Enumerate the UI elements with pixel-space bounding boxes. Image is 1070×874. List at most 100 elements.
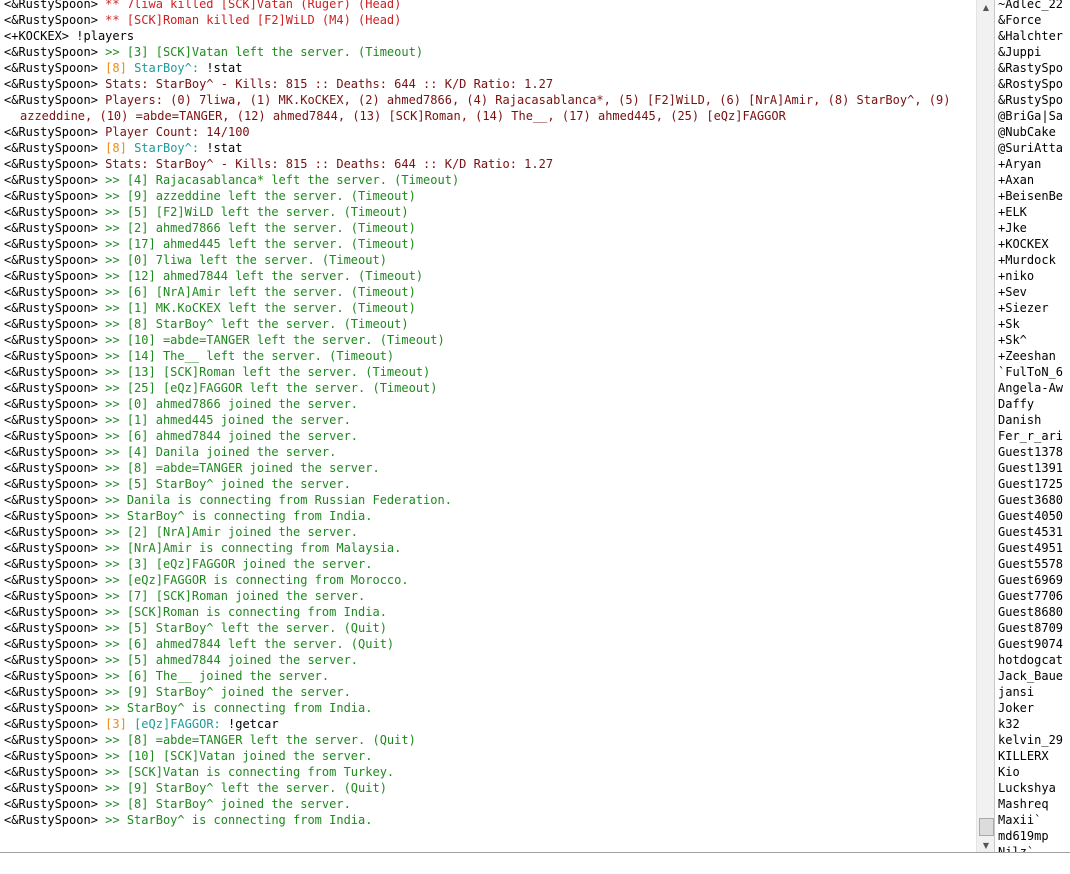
nick-list-item[interactable]: ~Adlec_22: [998, 0, 1063, 12]
nick-list-item[interactable]: +niko: [998, 268, 1063, 284]
nick-list-item[interactable]: Guest4050: [998, 508, 1063, 524]
nick-list-item[interactable]: KILLERX: [998, 748, 1063, 764]
chat-line-nick: <&RustySpoon>: [4, 0, 98, 11]
nick-list-item[interactable]: Fer_r_ari: [998, 428, 1063, 444]
chat-line-nick: <&RustySpoon>: [4, 605, 98, 619]
chat-line: <&RustySpoon> >> [5] StarBoy^ joined the…: [4, 476, 976, 492]
chat-line-nick: <&RustySpoon>: [4, 317, 98, 331]
nick-list-item[interactable]: `FulToN_6: [998, 364, 1063, 380]
chat-line-text: [eQz]FAGGOR:: [126, 717, 221, 731]
chat-line: <&RustySpoon> >> [8] =abde=TANGER left t…: [4, 732, 976, 748]
nick-list-item[interactable]: kelvin_29: [998, 732, 1063, 748]
nick-list-item[interactable]: &Halchter: [998, 28, 1063, 44]
chat-line-text: >> [2] ahmed7866 left the server. (Timeo…: [105, 221, 416, 235]
nick-list-item[interactable]: +Jke: [998, 220, 1063, 236]
nick-list-item[interactable]: Guest4531: [998, 524, 1063, 540]
chat-line: <&RustySpoon> [8] StarBoy^: !stat: [4, 60, 976, 76]
nick-list-item[interactable]: @SuriAtta: [998, 140, 1063, 156]
chat-line: <&RustySpoon> >> [10] =abde=TANGER left …: [4, 332, 976, 348]
chat-line: <&RustySpoon> >> [eQz]FAGGOR is connecti…: [4, 572, 976, 588]
nick-list[interactable]: ~Adlec_22 &Force &Halchter &Juppi &RastySpo &…: [994, 0, 1070, 852]
nick-list-item[interactable]: +Aryan: [998, 156, 1063, 172]
nick-list-item[interactable]: Guest3680: [998, 492, 1063, 508]
nick-list-item[interactable]: Guest1725: [998, 476, 1063, 492]
nick-list-item[interactable]: &Force: [998, 12, 1063, 28]
nick-list-item[interactable]: +Sk^: [998, 332, 1063, 348]
nick-list-item[interactable]: k32: [998, 716, 1063, 732]
chat-line-text: !stat: [199, 141, 243, 155]
chat-line: <&RustySpoon> >> [6] The__ joined the se…: [4, 668, 976, 684]
chat-line: <&RustySpoon> >> [9] StarBoy^ joined the…: [4, 684, 976, 700]
nick-list-item[interactable]: Guest8709: [998, 620, 1063, 636]
chat-line: <&RustySpoon> >> [14] The__ left the ser…: [4, 348, 976, 364]
nick-list-item[interactable]: +BeisenBe: [998, 188, 1063, 204]
chat-line: <&RustySpoon> >> StarBoy^ is connecting …: [4, 508, 976, 524]
chat-line-nick: <&RustySpoon>: [4, 397, 98, 411]
chat-line: <&RustySpoon> ** [SCK]Roman killed [F2]W…: [4, 12, 976, 28]
nick-list-item[interactable]: Danish: [998, 412, 1063, 428]
chat-line-text: >> [6] [NrA]Amir left the server. (Timeo…: [105, 285, 416, 299]
nick-list-item[interactable]: Guest6969: [998, 572, 1063, 588]
scroll-up-icon[interactable]: ▲: [977, 0, 995, 14]
chat-line-nick: <&RustySpoon>: [4, 77, 98, 91]
chat-line: <&RustySpoon> Stats: StarBoy^ - Kills: 8…: [4, 156, 976, 172]
chat-line-nick: <&RustySpoon>: [4, 733, 98, 747]
nick-list-item[interactable]: Mashreq: [998, 796, 1063, 812]
nick-list-item[interactable]: Guest4951: [998, 540, 1063, 556]
scrollbar-thumb[interactable]: [979, 818, 994, 836]
nick-list-item[interactable]: +Sev: [998, 284, 1063, 300]
chat-log[interactable]: <&RustySpoon> ** 7liwa killed [SCK]Vatan…: [0, 0, 976, 852]
scroll-down-icon[interactable]: ▼: [977, 838, 995, 852]
chat-line-nick: <&RustySpoon>: [4, 93, 98, 107]
nick-list-item[interactable]: +Zeeshan: [998, 348, 1063, 364]
chat-line: <&RustySpoon> >> [3] [eQz]FAGGOR joined …: [4, 556, 976, 572]
nick-list-item[interactable]: Guest1378: [998, 444, 1063, 460]
nick-list-item[interactable]: +Siezer: [998, 300, 1063, 316]
nick-list-item[interactable]: &Juppi: [998, 44, 1063, 60]
chat-scrollbar[interactable]: ▲ ▼: [976, 0, 995, 852]
nick-list-item[interactable]: Maxii`: [998, 812, 1063, 828]
nick-list-item[interactable]: +Axan: [998, 172, 1063, 188]
nick-list-item[interactable]: Guest5578: [998, 556, 1063, 572]
nick-list-item[interactable]: Guest9074: [998, 636, 1063, 652]
nick-list-item[interactable]: Guest7706: [998, 588, 1063, 604]
nick-list-item[interactable]: Angela-Aw: [998, 380, 1063, 396]
chat-line: <&RustySpoon> >> [1] ahmed445 joined the…: [4, 412, 976, 428]
nick-list-item[interactable]: &RastySpo: [998, 60, 1063, 76]
nick-list-item[interactable]: Joker: [998, 700, 1063, 716]
nick-list-item[interactable]: +ELK: [998, 204, 1063, 220]
chat-line: <&RustySpoon> >> [5] ahmed7844 joined th…: [4, 652, 976, 668]
nick-list-item[interactable]: @NubCake: [998, 124, 1063, 140]
chat-line-nick: <&RustySpoon>: [4, 525, 98, 539]
nick-list-item[interactable]: +Sk: [998, 316, 1063, 332]
nick-list-item[interactable]: +Murdock: [998, 252, 1063, 268]
chat-line-text: >> [6] The__ joined the server.: [105, 669, 330, 683]
nick-list-item[interactable]: Daffy: [998, 396, 1063, 412]
chat-line-nick: <&RustySpoon>: [4, 445, 98, 459]
chat-line: <&RustySpoon> >> [7] [SCK]Roman joined t…: [4, 588, 976, 604]
nick-list-item[interactable]: Jack_Baue: [998, 668, 1063, 684]
chat-line: <&RustySpoon> >> StarBoy^ is connecting …: [4, 700, 976, 716]
nick-list-item[interactable]: @BriGa|Sa: [998, 108, 1063, 124]
nick-list-item[interactable]: Guest8680: [998, 604, 1063, 620]
nick-list-item[interactable]: &RustySpo: [998, 92, 1063, 108]
chat-line: <&RustySpoon> >> [9] azzeddine left the …: [4, 188, 976, 204]
nick-list-item[interactable]: Nilz`: [998, 844, 1063, 852]
chat-line-text: >> [13] [SCK]Roman left the server. (Tim…: [105, 365, 431, 379]
chat-line-text: >> [2] [NrA]Amir joined the server.: [105, 525, 359, 539]
chat-line-text: >> [3] [SCK]Vatan left the server. (Time…: [105, 45, 424, 59]
chat-line: <&RustySpoon> >> [0] ahmed7866 joined th…: [4, 396, 976, 412]
chat-line-text: >> StarBoy^ is connecting from India.: [105, 701, 373, 715]
chat-line-nick: <&RustySpoon>: [4, 205, 98, 219]
chat-line-nick: <&RustySpoon>: [4, 685, 98, 699]
nick-list-item[interactable]: Kio: [998, 764, 1063, 780]
nick-list-item[interactable]: &RostySpo: [998, 76, 1063, 92]
message-input[interactable]: [0, 853, 1070, 873]
nick-list-item[interactable]: md619mp: [998, 828, 1063, 844]
nick-list-item[interactable]: +KOCKEX: [998, 236, 1063, 252]
nick-list-item[interactable]: Luckshya: [998, 780, 1063, 796]
nick-list-item[interactable]: Guest1391: [998, 460, 1063, 476]
nick-list-item[interactable]: hotdogcat: [998, 652, 1063, 668]
nick-list-item[interactable]: jansi: [998, 684, 1063, 700]
chat-lines: <&RustySpoon> ** 7liwa killed [SCK]Vatan…: [4, 0, 976, 828]
